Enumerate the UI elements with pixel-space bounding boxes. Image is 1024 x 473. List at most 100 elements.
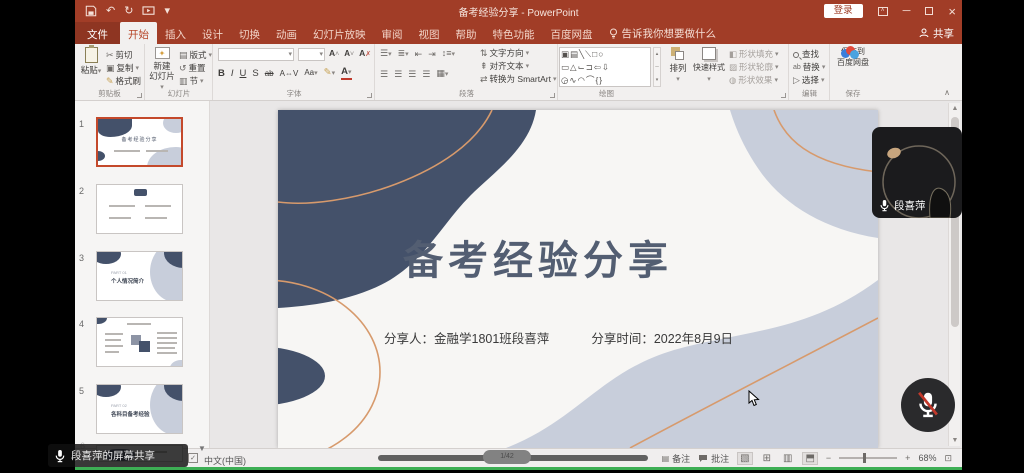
arrange-button[interactable]: 排列▾ xyxy=(665,46,691,85)
smartart-button[interactable]: ⇄转换为 SmartArt▾ xyxy=(480,74,556,85)
align-left-icon[interactable]: ☰ xyxy=(380,69,388,80)
align-text-button[interactable]: ⇞对齐文本▾ xyxy=(480,61,529,72)
normal-view-icon[interactable]: ▧ xyxy=(737,452,752,465)
scrubber-handle[interactable]: 1/42 xyxy=(483,450,531,464)
tab-insert[interactable]: 插入 xyxy=(157,22,194,44)
columns-icon[interactable]: ▦▾ xyxy=(436,68,448,80)
zoom-out-icon[interactable]: − xyxy=(826,453,831,463)
cut-button[interactable]: ✂剪切 xyxy=(106,50,133,61)
decrease-indent-icon[interactable]: ⇤ xyxy=(415,49,423,60)
tab-slideshow[interactable]: 幻灯片放映 xyxy=(305,22,374,44)
tab-special-features[interactable]: 特色功能 xyxy=(485,22,543,44)
char-spacing-button[interactable]: A⇔V xyxy=(280,68,299,79)
shape-gallery-scrollbar[interactable]: ▴─▾ xyxy=(653,47,661,87)
bullets-icon[interactable]: ☰▾ xyxy=(380,48,392,60)
reading-view-icon[interactable]: ▥ xyxy=(781,453,794,464)
paragraph-dialog-launcher-icon[interactable] xyxy=(550,93,555,98)
numbering-icon[interactable]: ≣▾ xyxy=(398,48,409,60)
undo-icon[interactable]: ↶ xyxy=(106,4,115,18)
format-painter-button[interactable]: ✎格式刷 xyxy=(106,76,141,87)
drawing-dialog-launcher-icon[interactable] xyxy=(781,93,786,98)
scroll-up-icon[interactable]: ▲ xyxy=(949,105,961,112)
clear-formatting-icon[interactable]: A✗ xyxy=(359,48,371,60)
justify-icon[interactable]: ☰ xyxy=(422,69,430,80)
change-case-button[interactable]: Aa▾ xyxy=(304,67,317,79)
redo-icon[interactable]: ↻ xyxy=(124,4,133,18)
text-direction-button[interactable]: ⇅文字方向▾ xyxy=(480,48,529,59)
text-shadow-button[interactable]: S xyxy=(252,68,258,79)
increase-font-icon[interactable]: A˄ xyxy=(329,48,339,60)
tab-transitions[interactable]: 切换 xyxy=(231,22,268,44)
ribbon-display-options-icon[interactable]: ˄ xyxy=(878,7,888,16)
font-name-combobox[interactable] xyxy=(218,48,294,61)
thumbnail-slide-2[interactable] xyxy=(96,184,183,234)
thumbnail-slide-1[interactable]: 备考经验分享 xyxy=(96,117,183,167)
underline-button[interactable]: U xyxy=(240,68,247,79)
tab-file[interactable]: 文件 xyxy=(75,22,120,44)
find-button[interactable]: 查找 xyxy=(793,49,819,60)
tab-baidu-netdisk[interactable]: 百度网盘 xyxy=(543,22,601,44)
comments-button[interactable]: 批注 xyxy=(698,452,729,465)
tab-review[interactable]: 审阅 xyxy=(374,22,411,44)
copy-button[interactable]: ▣复制▾ xyxy=(106,63,139,74)
language-indicator[interactable]: 中文(中国) xyxy=(204,454,246,467)
align-right-icon[interactable]: ☰ xyxy=(408,69,416,80)
fit-to-window-icon[interactable]: ⊡ xyxy=(944,453,952,464)
save-to-baidu-button[interactable]: 保存到 百度网盘 xyxy=(833,46,873,68)
shape-gallery[interactable]: ▣▤╲⟍□○▭△⌙⊐⇦⇩◶∿◠⌒{} xyxy=(559,47,651,87)
decrease-font-icon[interactable]: A˅ xyxy=(344,48,354,60)
slideshow-view-icon[interactable]: ⬒ xyxy=(802,452,817,465)
minimize-button[interactable]: ─ xyxy=(903,6,911,17)
quick-styles-button[interactable]: 快速样式▾ xyxy=(693,46,725,85)
mute-microphone-button[interactable] xyxy=(901,378,955,432)
slide-canvas[interactable]: 备考经验分享 分享人：金融学1801班段喜萍 分享时间：2022年8月9日 xyxy=(278,110,878,448)
tell-me-box[interactable]: 告诉我你想要做什么 xyxy=(601,22,725,44)
tab-home[interactable]: 开始 xyxy=(120,22,157,44)
replace-button[interactable]: ab替换▾ xyxy=(793,62,825,73)
shape-outline-button[interactable]: ▨形状轮廓▾ xyxy=(729,62,779,73)
bold-button[interactable]: B xyxy=(218,68,225,79)
reset-button[interactable]: ↺重置 xyxy=(179,63,206,74)
spellcheck-icon[interactable]: ✓ xyxy=(188,453,198,463)
tab-help[interactable]: 帮助 xyxy=(448,22,485,44)
qat-customize-icon[interactable]: ▾ xyxy=(164,4,170,18)
select-button[interactable]: ▷选择▾ xyxy=(793,75,824,86)
tab-view[interactable]: 视图 xyxy=(411,22,448,44)
tab-animations[interactable]: 动画 xyxy=(268,22,305,44)
share-button[interactable]: 共享 xyxy=(919,22,954,44)
italic-button[interactable]: I xyxy=(231,68,234,79)
shape-fill-button[interactable]: ◧形状填充▾ xyxy=(729,49,779,60)
slide-sorter-icon[interactable]: ⊞ xyxy=(761,453,773,464)
login-button[interactable]: 登录 xyxy=(824,4,863,18)
zoom-level[interactable]: 68% xyxy=(918,453,936,463)
thumbnail-slide-4[interactable] xyxy=(96,317,183,367)
shape-effects-button[interactable]: ◍形状效果▾ xyxy=(729,75,778,86)
paste-button[interactable]: 粘贴▾ xyxy=(79,46,103,77)
font-color-button[interactable]: A▾ xyxy=(341,66,351,80)
close-button[interactable]: × xyxy=(948,6,956,17)
thumbnail-slide-3[interactable]: PART 01 个人情况简介 xyxy=(96,251,183,301)
save-icon[interactable] xyxy=(85,5,97,17)
layout-button[interactable]: ▤版式▾ xyxy=(179,50,212,61)
font-dialog-launcher-icon[interactable] xyxy=(367,93,372,98)
scroll-down-icon[interactable]: ▼ xyxy=(949,437,961,444)
zoom-slider[interactable] xyxy=(839,457,897,459)
line-spacing-icon[interactable]: ↕≡▾ xyxy=(442,48,455,60)
panel-scroll-down-icon[interactable]: ▼ xyxy=(198,444,206,453)
clipboard-dialog-launcher-icon[interactable] xyxy=(137,93,142,98)
section-button[interactable]: ▥节▾ xyxy=(179,76,204,87)
notes-button[interactable]: ▤备注 xyxy=(662,452,691,465)
start-slideshow-icon[interactable] xyxy=(142,6,155,17)
increase-indent-icon[interactable]: ⇥ xyxy=(428,49,436,60)
font-size-combobox[interactable] xyxy=(298,48,325,61)
thumbnail-slide-5[interactable]: PART 02 各科目备考经验 xyxy=(96,384,183,434)
collapse-ribbon-icon[interactable]: ∧ xyxy=(944,88,950,97)
strikethrough-button[interactable]: ab xyxy=(265,68,274,79)
zoom-in-icon[interactable]: + xyxy=(905,453,910,463)
restore-button[interactable] xyxy=(925,7,933,15)
align-center-icon[interactable]: ☰ xyxy=(394,69,402,80)
presenter-video-tile[interactable]: 段喜萍 xyxy=(872,127,962,218)
tab-design[interactable]: 设计 xyxy=(194,22,231,44)
highlight-button[interactable]: ✎▾ xyxy=(324,67,335,79)
zoom-slider-thumb[interactable] xyxy=(863,453,866,463)
